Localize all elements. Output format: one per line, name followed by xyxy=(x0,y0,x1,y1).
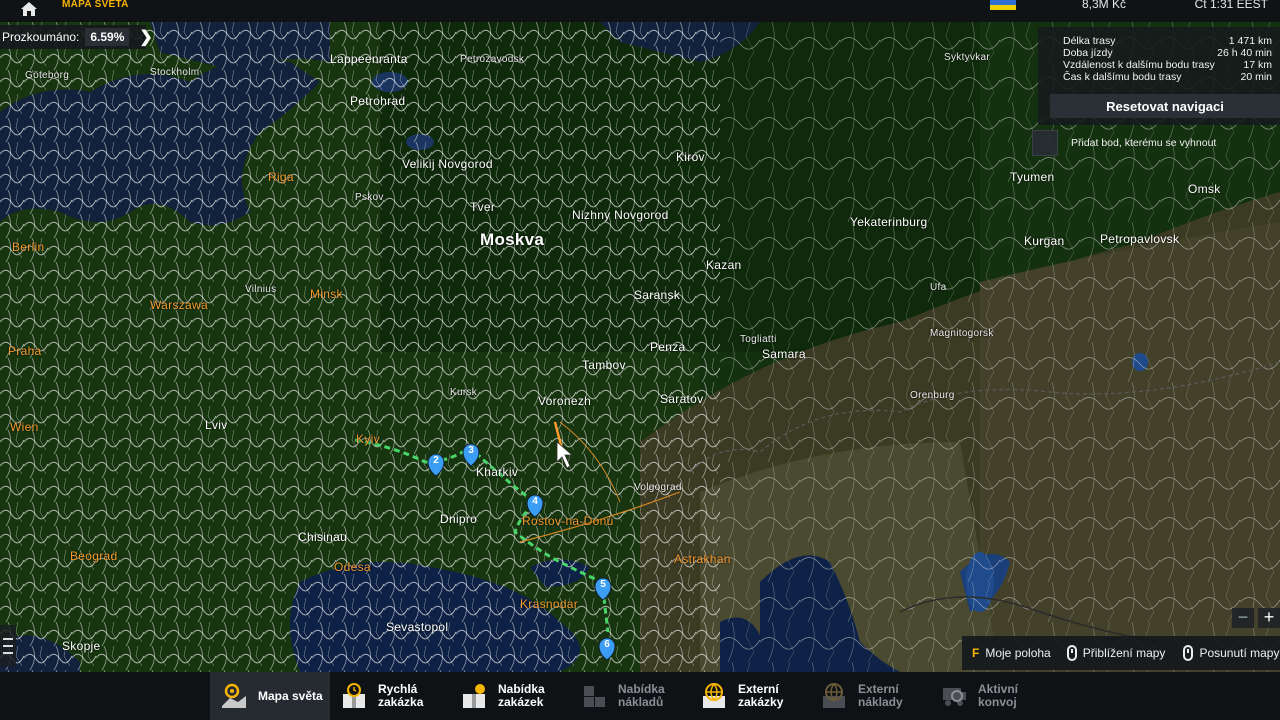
city-label: Tambov xyxy=(582,358,626,372)
city-label: Petrozavodsk xyxy=(460,54,525,65)
city-label: Dnipro xyxy=(440,512,478,526)
city-label: Tver xyxy=(470,200,496,214)
tab-active-convoy[interactable]: Aktivní konvoj xyxy=(940,672,1050,720)
control-hints: F Moje poloha Přiblížení mapy Posunutí m… xyxy=(962,636,1280,670)
city-label: Praha xyxy=(8,344,42,358)
route-row: Délka trasy 1 471 km xyxy=(1063,35,1272,47)
svg-text:5: 5 xyxy=(600,579,606,590)
mouse-drag-icon xyxy=(1183,645,1194,661)
city-label: Lappeenranta xyxy=(330,52,408,66)
explored-label: Prozkoumáno: xyxy=(2,30,80,44)
city-label: Omsk xyxy=(1188,182,1221,196)
city-label: Kirov xyxy=(676,150,705,164)
city-label: Skopje xyxy=(62,639,101,653)
boxes-icon xyxy=(460,682,488,710)
city-label: Warszawa xyxy=(150,298,208,312)
city-label: Odesa xyxy=(334,560,371,574)
zoom-out-button[interactable]: − xyxy=(1232,608,1254,628)
city-label: Volgograd xyxy=(634,482,682,493)
city-label: Berlin xyxy=(12,240,45,254)
city-label: Kazan xyxy=(706,258,742,272)
route-info-panel: Délka trasy 1 471 km Doba jízdy 26 h 40 mi… xyxy=(1038,27,1280,125)
game-clock: Čt 1:31 EEST xyxy=(1194,0,1268,11)
city-label: Kharkiv xyxy=(476,465,519,479)
zoom-in-button[interactable]: + xyxy=(1258,608,1280,628)
city-label: Minsk xyxy=(310,287,343,301)
reset-navigation-button[interactable]: Resetovat navigaci xyxy=(1050,94,1280,118)
page-title: MAPA SVĚTA xyxy=(62,0,129,10)
globe-crate-icon xyxy=(820,682,848,710)
money-display: 8,3M Kč xyxy=(1082,0,1127,11)
ukraine-flag-icon xyxy=(990,0,1016,10)
home-icon xyxy=(20,1,38,21)
svg-text:2: 2 xyxy=(433,455,439,466)
city-label: Penza xyxy=(650,340,686,354)
key-f-icon: F xyxy=(972,646,980,660)
city-label: Vilnius xyxy=(245,284,277,295)
city-label: Syktyvkar xyxy=(944,52,991,63)
city-label: Voronezh xyxy=(538,394,592,408)
city-label: Saransk xyxy=(634,288,681,302)
add-avoid-point[interactable]: Přidat bod, kterému se vyhnout xyxy=(1032,130,1280,156)
city-label: Yekaterinburg xyxy=(850,215,928,229)
tab-external-jobs[interactable]: Externí zakázky xyxy=(700,672,810,720)
home-button[interactable] xyxy=(12,0,46,22)
city-label: Kursk xyxy=(450,387,478,398)
top-bar: MAPA SVĚTA 8,3M Kč Čt 1:31 EEST xyxy=(0,0,1280,22)
tab-external-cargo[interactable]: Externí náklady xyxy=(820,672,930,720)
svg-text:6: 6 xyxy=(604,639,610,650)
explored-value: 6.59% xyxy=(85,28,130,46)
city-label: Samara xyxy=(762,347,806,361)
city-label: Wien xyxy=(10,420,39,434)
convoy-icon xyxy=(940,682,968,710)
svg-text:4: 4 xyxy=(532,496,538,507)
city-label: Kurgan xyxy=(1024,234,1065,248)
tab-cargo-market[interactable]: Nabídka nákladů xyxy=(580,672,690,720)
city-label: Stockholm xyxy=(150,67,200,78)
city-label: Kyiv xyxy=(356,432,380,446)
route-row: Vzdálenost k dalšímu bodu trasy 17 km xyxy=(1063,59,1272,71)
city-label: Rostov-na-Donu xyxy=(522,514,614,528)
clock-box-icon xyxy=(340,682,368,710)
city-label: Magnitogorsk xyxy=(930,328,994,339)
city-label: Sevastopol xyxy=(386,620,449,634)
route-row: Čas k dalšímu bodu trasy 20 min xyxy=(1063,71,1272,83)
expand-arrow-icon[interactable]: ❯ xyxy=(139,27,152,47)
globe-pin-icon xyxy=(220,682,248,710)
hint-zoom: Přiblížení mapy xyxy=(1066,645,1165,661)
mouse-wheel-icon xyxy=(1066,645,1077,661)
city-label: Astrakhan xyxy=(674,552,731,566)
city-label: Tyumen xyxy=(1010,170,1055,184)
tab-job-offers[interactable]: Nabídka zakázek xyxy=(460,672,570,720)
side-menu-button[interactable] xyxy=(0,625,16,667)
city-label: Orenburg xyxy=(910,390,955,401)
city-label: Moskva xyxy=(480,230,545,249)
city-label: Velikij Novgorod xyxy=(402,157,493,171)
city-label: Petrohrad xyxy=(350,94,406,108)
city-label: Togliatti xyxy=(740,334,777,345)
city-label: Nizhny Novgorod xyxy=(572,208,669,222)
crates-icon xyxy=(580,682,608,710)
add-avoid-point-checkbox[interactable] xyxy=(1032,130,1058,156)
globe-box-icon xyxy=(700,682,728,710)
city-label: Lviv xyxy=(205,418,228,432)
city-label: Petropavlovsk xyxy=(1100,232,1180,246)
route-row: Doba jízdy 26 h 40 min xyxy=(1063,47,1272,59)
bottom-navigation: Mapa světa Rychlá zakázka Nabídka zakáze… xyxy=(0,672,1280,720)
city-label: Saratov xyxy=(660,392,704,406)
city-label: Göteborg xyxy=(25,70,70,81)
hint-pan: Posunutí mapy xyxy=(1183,645,1279,661)
city-label: Krasnodar xyxy=(520,597,579,611)
city-label: Beograd xyxy=(70,549,118,563)
city-label: Chisinau xyxy=(298,530,348,544)
explored-indicator: Prozkoumáno: 6.59% ❯ xyxy=(0,25,153,49)
city-label: Ufa xyxy=(930,282,947,293)
tab-quick-job[interactable]: Rychlá zakázka xyxy=(340,672,450,720)
city-label: Pskov xyxy=(355,192,384,203)
city-label: Riga xyxy=(268,170,294,184)
add-avoid-point-label: Přidat bod, kterému se vyhnout xyxy=(1071,137,1217,149)
svg-text:3: 3 xyxy=(468,445,474,456)
hint-my-position[interactable]: F Moje poloha xyxy=(972,646,1051,660)
tab-world-map[interactable]: Mapa světa xyxy=(210,672,330,720)
